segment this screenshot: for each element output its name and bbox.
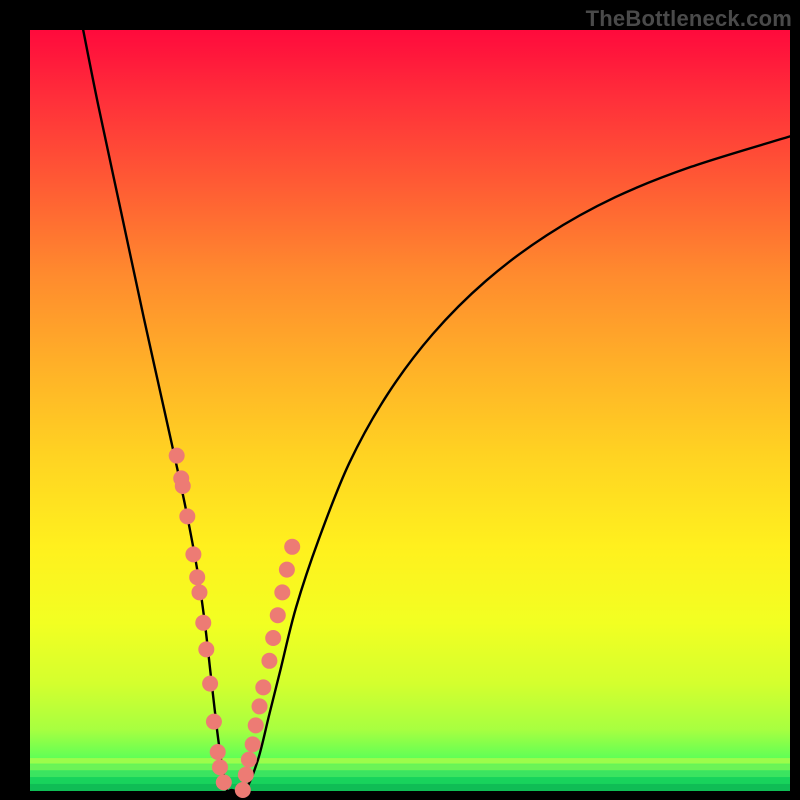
data-dot xyxy=(195,615,211,631)
data-dot xyxy=(179,508,195,524)
data-dot xyxy=(235,782,251,798)
data-dot xyxy=(191,584,207,600)
data-dot xyxy=(175,478,191,494)
green-stripe xyxy=(30,764,790,770)
data-dot xyxy=(238,767,254,783)
data-dot xyxy=(252,698,268,714)
dots-left xyxy=(169,448,232,791)
data-dot xyxy=(212,759,228,775)
data-dot xyxy=(279,562,295,578)
plot-area xyxy=(30,30,790,790)
data-dot xyxy=(241,752,257,768)
data-dot xyxy=(206,714,222,730)
data-dot xyxy=(261,653,277,669)
chart-svg xyxy=(30,30,790,790)
data-dot xyxy=(245,736,261,752)
watermark-label: TheBottleneck.com xyxy=(586,6,792,32)
data-dot xyxy=(270,607,286,623)
stripe-group xyxy=(30,758,790,791)
data-dot xyxy=(169,448,185,464)
data-dot xyxy=(210,744,226,760)
green-stripe xyxy=(30,770,790,777)
data-dot xyxy=(248,717,264,733)
data-dot xyxy=(189,569,205,585)
green-stripe xyxy=(30,777,790,785)
data-dot xyxy=(284,539,300,555)
data-dot xyxy=(202,676,218,692)
data-dot xyxy=(185,546,201,562)
data-dot xyxy=(198,641,214,657)
green-stripe xyxy=(30,784,790,791)
bottleneck-curve xyxy=(83,30,790,792)
data-dot xyxy=(255,679,271,695)
outer-frame: TheBottleneck.com xyxy=(0,0,800,800)
data-dot xyxy=(265,630,281,646)
data-dot xyxy=(216,774,232,790)
green-stripe xyxy=(30,758,790,764)
data-dot xyxy=(274,584,290,600)
